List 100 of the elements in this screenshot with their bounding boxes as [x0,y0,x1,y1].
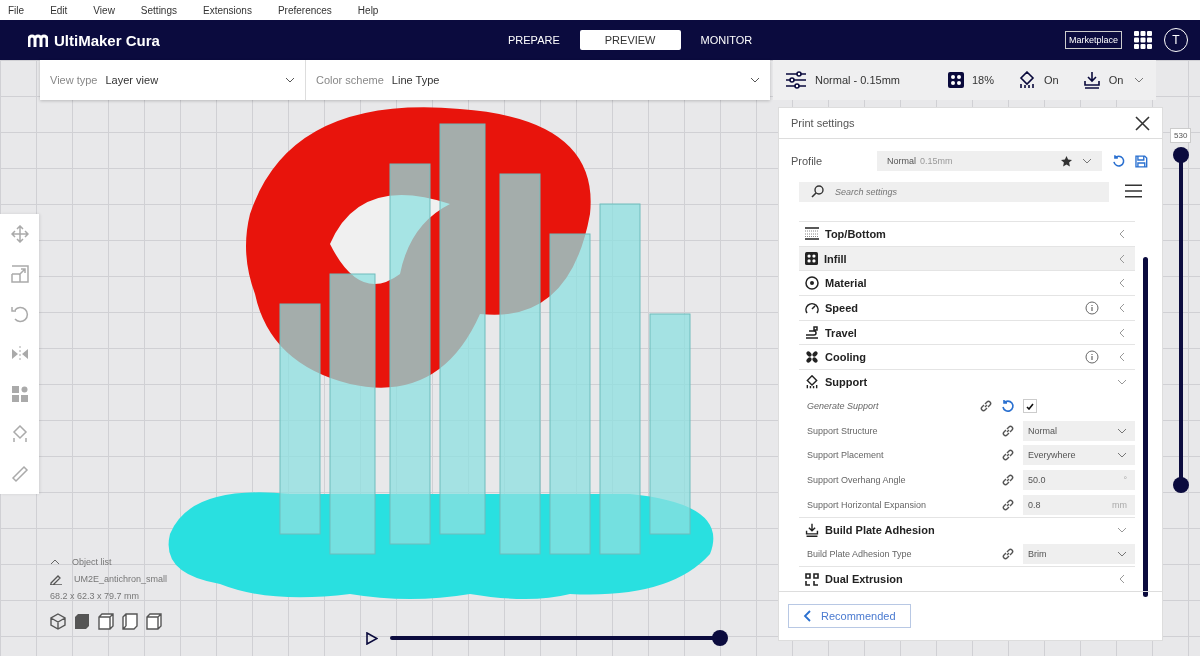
setting-label: Support Placement [807,450,884,461]
slider-handle[interactable] [1172,477,1189,493]
setting-label: Support Structure [807,425,878,436]
logo-icon [28,33,48,47]
stage-tab[interactable]: PREPARE [488,30,580,50]
menu-item[interactable]: Extensions [203,4,252,16]
layers-icon [805,227,819,241]
setting-label: Support Overhang Angle [807,475,906,485]
menu-item[interactable]: Help [357,4,379,16]
left-view-icon[interactable] [122,613,138,630]
pencil-icon [50,573,62,585]
stage-tab[interactable]: PREVIEW [579,30,681,50]
save-icon[interactable] [1135,154,1148,168]
infill-summary: 18% [971,74,994,86]
checkbox[interactable] [1023,399,1037,414]
category-label: Cooling [825,351,866,364]
front-view-icon[interactable] [74,613,90,630]
color-scheme-dropdown[interactable]: Color scheme Line Type [306,60,770,100]
profile-label: Profile [791,155,824,167]
reset-icon[interactable] [1111,154,1126,168]
chevron-down-icon [1117,427,1127,434]
layer-path-slider[interactable] [390,630,728,646]
settings-category[interactable]: Dual Extrusion [799,566,1135,591]
infill-icon [947,72,964,88]
chevron-down-icon [1134,77,1144,83]
profile-dropdown[interactable]: Normal 0.15mm [877,151,1102,171]
3d-view-icon[interactable] [50,613,66,630]
print-setup-summary[interactable]: Normal - 0.15mm 18% On On [773,60,1156,100]
chevron-left-icon [1117,574,1127,585]
infill-icon [805,252,818,265]
chevron-left-icon [803,610,811,622]
chevron-left-icon [1117,228,1127,239]
object-list-title[interactable]: Object list [72,557,112,567]
chevron-down-icon [1081,158,1092,164]
stage-tab[interactable]: MONITOR [680,30,773,50]
marketplace-button[interactable]: Marketplace [1064,31,1122,49]
close-icon[interactable] [1135,115,1150,131]
checkmark-icon [1026,402,1034,410]
support-summary: On [1044,74,1059,86]
chevron-down-icon [285,77,295,83]
menu-item[interactable]: Settings [140,4,177,16]
category-label: Travel [825,326,857,339]
search-field[interactable]: Search settings [799,182,1109,202]
setting-dropdown[interactable]: Everywhere [1023,445,1135,466]
category-label: Top/Bottom [825,227,886,240]
settings-category[interactable]: Speed [799,295,1135,320]
spool-icon [805,276,819,291]
menu-item[interactable]: File [8,4,25,16]
settings-category[interactable]: Infill [799,245,1135,271]
top-view-icon[interactable] [98,613,114,630]
chevron-left-icon [1117,352,1127,363]
settings-category[interactable]: Support [799,369,1135,394]
reset-icon[interactable] [1001,399,1015,414]
right-view-icon[interactable] [146,613,162,630]
dual-nozzle-icon [805,572,819,586]
recommended-button[interactable]: Recommended [788,604,911,628]
adhesion-icon [805,522,819,537]
chevron-left-icon [1117,327,1127,338]
info-icon[interactable] [1085,300,1099,315]
setting-dropdown[interactable]: Brim [1023,544,1135,564]
link-icon [1001,448,1015,463]
settings-category[interactable]: Top/Bottom [799,221,1135,246]
menu-icon[interactable] [1124,184,1142,198]
settings-category[interactable]: Build Plate Adhesion [799,517,1135,542]
support-icon [805,374,819,389]
link-icon [1001,423,1015,438]
category-label: Speed [825,301,858,314]
app-title: UltiMaker Cura [54,31,160,49]
setting-dropdown[interactable]: Normal [1023,420,1135,441]
link-icon [1001,473,1015,487]
setting-input[interactable]: 50.0 ° [1023,470,1135,490]
view-type-dropdown[interactable]: View type Layer view [40,60,306,100]
search-icon [811,185,824,198]
play-icon[interactable] [366,631,378,645]
object-name[interactable]: UM2E_antichron_small [74,574,168,584]
chevron-down-icon [1117,551,1127,557]
sliders-icon [785,71,807,89]
settings-category[interactable]: Travel [799,319,1135,345]
menu-item[interactable]: Edit [50,4,68,16]
fan-icon [805,350,819,365]
caret-icon[interactable] [50,559,60,565]
speedometer-icon [805,301,819,315]
menu-item[interactable]: Preferences [277,4,332,16]
info-icon[interactable] [1085,350,1099,365]
apps-grid-icon[interactable] [1134,31,1152,49]
setting-label: Generate Support [807,401,879,412]
chevron-left-icon [1117,278,1127,289]
settings-category[interactable]: Cooling [799,344,1135,370]
category-label: Dual Extrusion [825,573,903,586]
chevron-left-icon [1117,302,1127,313]
category-label: Infill [824,252,847,265]
menu-item[interactable]: View [93,4,115,16]
settings-category[interactable]: Material [799,270,1135,295]
object-dimensions: 68.2 x 62.3 x 79.7 mm [50,591,141,601]
layer-slider[interactable] [1172,147,1189,493]
setting-input[interactable]: 0.8 mm [1023,494,1135,515]
chevron-down-icon [750,77,760,83]
link-icon [979,399,993,414]
slider-handle[interactable] [1172,147,1189,163]
category-label: Material [825,277,867,290]
